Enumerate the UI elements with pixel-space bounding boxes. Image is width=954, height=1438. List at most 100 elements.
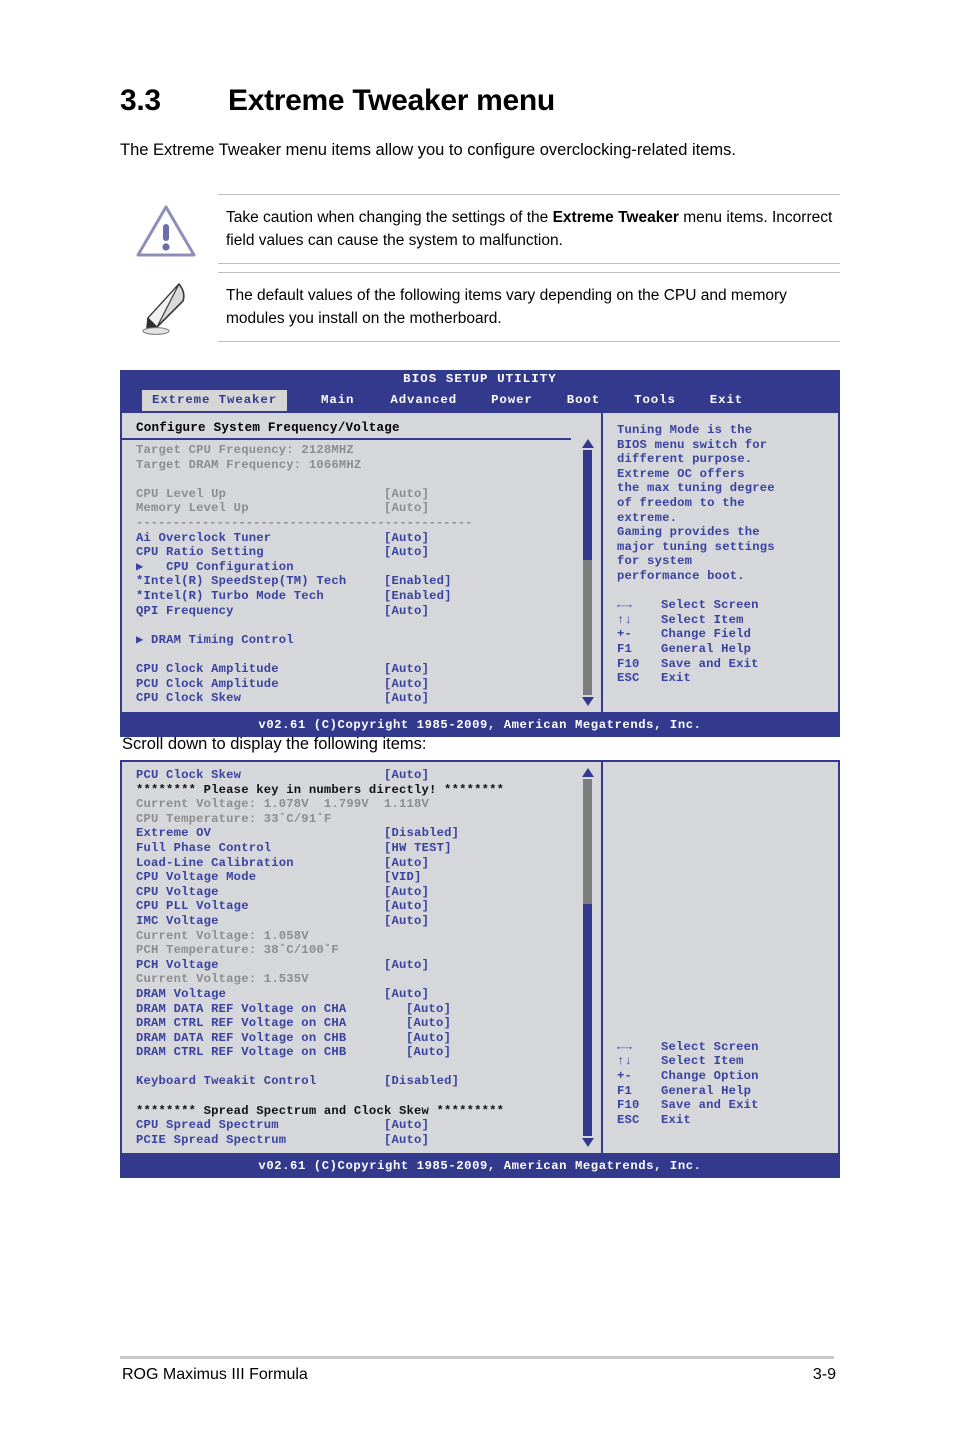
scroll-thumb[interactable] xyxy=(583,904,592,1137)
bios-item-row[interactable] xyxy=(122,472,601,487)
bios-item-row[interactable]: CPU Voltage [Auto] xyxy=(122,885,601,900)
bios-item-value[interactable]: [Auto] xyxy=(384,677,429,692)
tab-extreme-tweaker[interactable]: Extreme Tweaker xyxy=(142,390,288,411)
bios-item-row[interactable]: Current Voltage: 1.078V 1.799V 1.118V xyxy=(122,797,601,812)
bios-item-value[interactable]: [Auto] xyxy=(384,545,429,560)
scroll-track[interactable] xyxy=(583,450,592,695)
bios-item-row[interactable]: Current Voltage: 1.535V xyxy=(122,972,601,987)
bios-item-label: ▶ DRAM Timing Control xyxy=(136,632,294,647)
bios-item-row[interactable]: Full Phase Control [HW TEST] xyxy=(122,841,601,856)
bios-item-value[interactable]: [Auto] xyxy=(384,768,429,783)
bios-key-legend-row: ↑↓ Select Item xyxy=(617,613,830,628)
footer-page-number: 3-9 xyxy=(812,1366,836,1383)
bios-item-row[interactable] xyxy=(122,1089,601,1104)
bios-item-row[interactable]: DRAM Voltage [Auto] xyxy=(122,987,601,1002)
bios-item-row[interactable]: CPU Clock Skew [Auto] xyxy=(122,691,601,706)
bios-item-row[interactable]: Extreme OV [Disabled] xyxy=(122,826,601,841)
bios-item-row[interactable] xyxy=(122,647,601,662)
bios-item-label: CPU Clock Amplitude xyxy=(136,661,279,676)
bios-item-row[interactable]: DRAM DATA REF Voltage on CHA [Auto] xyxy=(122,1002,601,1017)
bios-item-value[interactable]: [Auto] xyxy=(384,899,429,914)
bios-item-row[interactable]: ----------------------------------------… xyxy=(122,516,601,531)
bios-item-value[interactable]: [Disabled] xyxy=(384,1074,459,1089)
bios-item-value[interactable]: [Auto] xyxy=(384,914,429,929)
bios-item-value[interactable]: [Disabled] xyxy=(384,826,459,841)
bios-item-row[interactable]: CPU Voltage Mode [VID] xyxy=(122,870,601,885)
bios-item-value[interactable]: [Auto] xyxy=(384,501,429,516)
bios-key-description: General Help xyxy=(661,1083,752,1098)
bios-item-row[interactable]: CPU PLL Voltage [Auto] xyxy=(122,899,601,914)
bios-item-row[interactable]: Target DRAM Frequency: 1066MHZ xyxy=(122,458,601,473)
tab-main[interactable]: Main xyxy=(287,390,364,411)
tab-exit[interactable]: Exit xyxy=(686,390,753,411)
bios-item-label: Full Phase Control xyxy=(136,840,272,855)
scroll-down-arrow-icon[interactable] xyxy=(581,696,594,706)
tab-tools[interactable]: Tools xyxy=(610,390,686,411)
bios-item-row[interactable]: DRAM CTRL REF Voltage on CHB [Auto] xyxy=(122,1045,601,1060)
bios-item-value[interactable]: [Auto] xyxy=(406,1016,451,1031)
bios-item-value[interactable]: [Auto] xyxy=(384,604,429,619)
bios-item-row[interactable]: CPU Ratio Setting [Auto] xyxy=(122,545,601,560)
tab-advanced[interactable]: Advanced xyxy=(364,390,467,411)
bios-item-value[interactable]: [Auto] xyxy=(384,856,429,871)
bios-scrollbar-2[interactable] xyxy=(581,768,594,1148)
bios-item-row[interactable]: QPI Frequency [Auto] xyxy=(122,604,601,619)
bios-item-value[interactable]: [Auto] xyxy=(406,1045,451,1060)
bios-item-value[interactable]: [Auto] xyxy=(384,662,429,677)
bios-item-row[interactable]: CPU Clock Amplitude [Auto] xyxy=(122,662,601,677)
bios-key-legend-2: ←→ Select Screen ↑↓ Select Item +- Change Opt… xyxy=(617,1040,759,1128)
bios-item-row[interactable]: Ai Overclock Tuner [Auto] xyxy=(122,531,601,546)
bios-item-row[interactable]: CPU Spread Spectrum [Auto] xyxy=(122,1118,601,1133)
bios-item-row[interactable]: ▶ DRAM Timing Control xyxy=(122,633,601,648)
bios-item-label: CPU Voltage xyxy=(136,884,219,899)
bios-item-row[interactable]: PCH Temperature: 38˚C/100˚F xyxy=(122,943,601,958)
bios-item-value[interactable]: [Auto] xyxy=(384,958,429,973)
bios-item-row[interactable]: PCU Clock Skew [Auto] xyxy=(122,768,601,783)
bios-item-row[interactable]: Load-Line Calibration [Auto] xyxy=(122,856,601,871)
bios-item-row[interactable]: Keyboard Tweakit Control [Disabled] xyxy=(122,1074,601,1089)
bios-item-label: PCH Temperature: 38˚C/100˚F xyxy=(136,943,339,958)
bios-item-row[interactable]: Current Voltage: 1.058V xyxy=(122,929,601,944)
bios-item-row[interactable]: PCU Clock Amplitude [Auto] xyxy=(122,677,601,692)
bios-item-row[interactable]: CPU Level Up [Auto] xyxy=(122,487,601,502)
section-title: Extreme Tweaker menu xyxy=(228,84,555,117)
bios-key-description: Select Screen xyxy=(661,1039,759,1054)
bios-scrollbar-1[interactable] xyxy=(581,439,594,706)
scroll-down-arrow-icon[interactable] xyxy=(581,1138,594,1148)
bios-item-row[interactable]: PCIE Spread Spectrum [Auto] xyxy=(122,1133,601,1148)
bios-item-value[interactable]: [Enabled] xyxy=(384,574,452,589)
scroll-track[interactable] xyxy=(583,779,592,1137)
bios-item-row[interactable]: DRAM CTRL REF Voltage on CHA [Auto] xyxy=(122,1016,601,1031)
bios-item-value[interactable]: [Auto] xyxy=(384,885,429,900)
bios-item-label: Memory Level Up xyxy=(136,501,249,516)
tab-boot[interactable]: Boot xyxy=(543,390,610,411)
bios-item-value[interactable]: [HW TEST] xyxy=(384,841,452,856)
bios-item-value[interactable]: [Auto] xyxy=(384,1133,429,1148)
bios-item-value[interactable]: [Enabled] xyxy=(384,589,452,604)
bios-item-row[interactable]: IMC Voltage [Auto] xyxy=(122,914,601,929)
bios-section-title: Configure System Frequency/Voltage xyxy=(122,419,571,440)
bios-item-value[interactable]: [Auto] xyxy=(384,987,429,1002)
scroll-up-arrow-icon[interactable] xyxy=(581,768,594,777)
tab-power[interactable]: Power xyxy=(467,390,543,411)
bios-item-row[interactable]: CPU Temperature: 33˚C/91˚F xyxy=(122,812,601,827)
bios-item-row[interactable]: Target CPU Frequency: 2128MHZ xyxy=(122,443,601,458)
bios-key-name: ESC xyxy=(617,1112,640,1127)
bios-item-value[interactable]: [Auto] xyxy=(406,1031,451,1046)
bios-item-value[interactable]: [Auto] xyxy=(384,487,429,502)
bios-item-value[interactable]: [Auto] xyxy=(406,1002,451,1017)
bios-item-row[interactable]: *Intel(R) Turbo Mode Tech [Enabled] xyxy=(122,589,601,604)
bios-item-row[interactable]: *Intel(R) SpeedStep(TM) Tech [Enabled] xyxy=(122,574,601,589)
bios-item-value[interactable]: [VID] xyxy=(384,870,422,885)
bios-item-row[interactable] xyxy=(122,1060,601,1075)
bios-item-value[interactable]: [Auto] xyxy=(384,691,429,706)
bios-item-row[interactable] xyxy=(122,618,601,633)
bios-item-row[interactable]: DRAM DATA REF Voltage on CHB [Auto] xyxy=(122,1031,601,1046)
bios-item-value[interactable]: [Auto] xyxy=(384,531,429,546)
scroll-thumb[interactable] xyxy=(583,450,592,561)
bios-item-row[interactable]: ▶ CPU Configuration xyxy=(122,560,601,575)
bios-item-row[interactable]: Memory Level Up [Auto] xyxy=(122,501,601,516)
scroll-up-arrow-icon[interactable] xyxy=(581,439,594,448)
bios-item-value[interactable]: [Auto] xyxy=(384,1118,429,1133)
bios-item-row[interactable]: PCH Voltage [Auto] xyxy=(122,958,601,973)
